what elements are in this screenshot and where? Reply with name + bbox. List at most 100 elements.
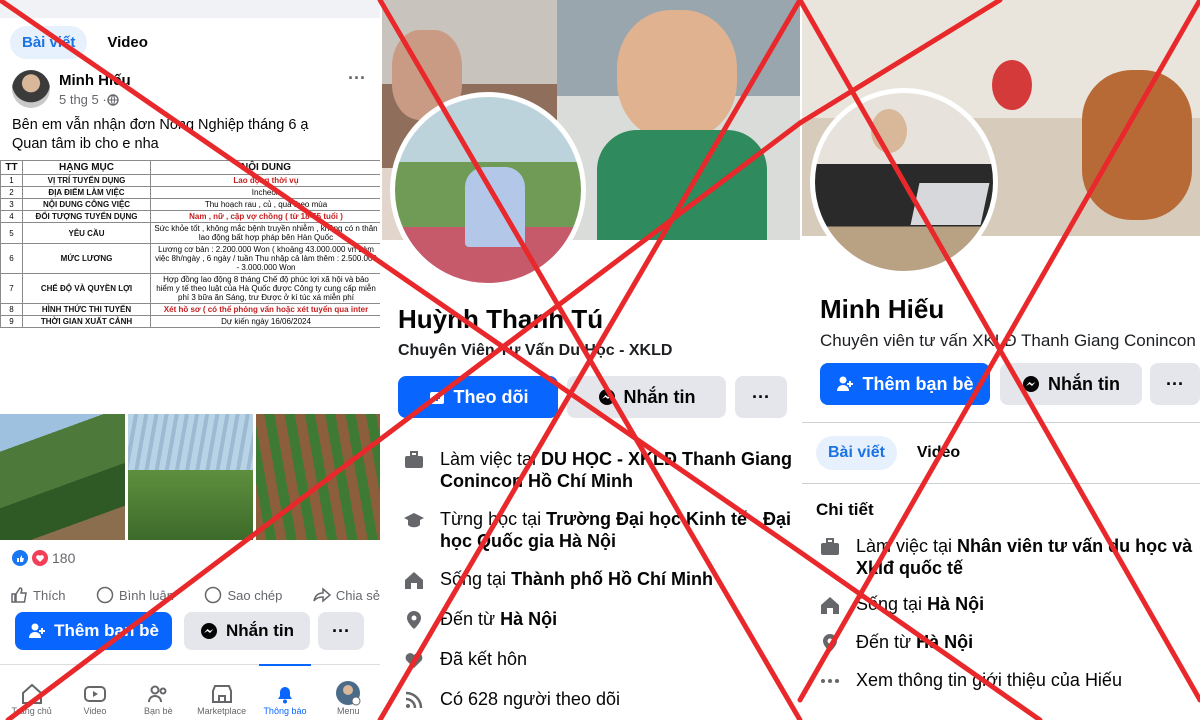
detail-row[interactable]: Có 628 người theo dõi xyxy=(402,688,794,712)
copy-button[interactable]: Sao chép xyxy=(204,586,282,604)
comment-button[interactable]: Bình luận xyxy=(96,586,174,604)
profile-panel-2: Huỳnh Thanh Tú Chuyên Viên Tư Vấn Du Học… xyxy=(380,0,800,720)
follow-icon xyxy=(428,388,446,406)
table-cell: Lao động thời vụ xyxy=(150,174,380,187)
comment-icon xyxy=(96,586,114,604)
nav-notifications-label: Thông báo xyxy=(263,706,307,716)
detail-value: Hà Nội xyxy=(927,594,985,614)
nav-marketplace[interactable]: Marketplace xyxy=(192,665,252,720)
table-row: 2 ĐỊA ĐIỂM LÀM VIỆC Incheon xyxy=(0,186,380,199)
table-cell: 3 xyxy=(0,198,23,211)
profile-subtitle: Chuyên viên tư vấn XKLĐ Thanh Giang Coni… xyxy=(820,331,1196,350)
more-options-button[interactable]: ··· xyxy=(318,612,364,650)
table-header-row: TT HẠNG MỤC NỘI DUNG xyxy=(0,160,380,175)
detail-value: Thành phố Hồ Chí Minh xyxy=(511,569,714,589)
message-button[interactable]: Nhắn tin xyxy=(184,612,310,650)
add-friend-button[interactable]: Thêm bạn bè xyxy=(820,363,990,405)
profile-picture[interactable] xyxy=(390,92,586,288)
more-options-button[interactable]: ··· xyxy=(1150,363,1200,405)
farm-photo-2[interactable] xyxy=(128,414,253,540)
avatar[interactable] xyxy=(12,70,50,108)
message-button[interactable]: Nhắn tin xyxy=(1000,363,1142,405)
detail-text: Đến từ Hà Nội xyxy=(856,631,973,653)
copy-label: Sao chép xyxy=(227,587,283,603)
detail-value: Hà Nội xyxy=(500,609,558,629)
message-button[interactable]: Nhắn tin xyxy=(567,376,726,418)
nav-notifications[interactable]: Thông báo xyxy=(255,664,315,720)
video-icon xyxy=(83,682,107,706)
detail-row[interactable]: Đã kết hôn xyxy=(402,648,794,672)
table-header-cell: NỘI DUNG xyxy=(150,160,380,175)
detail-text: Làm việc tại DU HỌC - XKLĐ Thanh Giang C… xyxy=(440,448,794,492)
detail-prefix: Đã kết hôn xyxy=(440,649,528,669)
table-cell: Nam , nữ , cặp vợ chồng ( từ 18-55 tuổi … xyxy=(150,210,380,223)
share-button[interactable]: Chia sẻ xyxy=(313,586,380,604)
table-cell: 8 xyxy=(0,303,23,316)
cover-photo-right[interactable] xyxy=(557,0,800,240)
farm-photo-1[interactable] xyxy=(0,414,125,540)
table-row: 7 CHẾ ĐỘ VÀ QUYỀN LỢI Hợp đồng lao động 8 … xyxy=(0,273,380,304)
nav-home[interactable]: Trang chủ xyxy=(2,665,62,720)
tab-posts[interactable]: Bài viết xyxy=(816,436,897,470)
recruitment-table-image[interactable]: TT HẠNG MỤC NỘI DUNG 1 VỊ TRÍ TUYỂN DỤNG Lao… xyxy=(0,160,380,408)
profile-subtitle: Chuyên Viên Tư Vấn Du Học - XKLD xyxy=(398,342,673,359)
table-row: 1 VỊ TRÍ TUYỂN DỤNG Lao động thời vụ xyxy=(0,174,380,187)
nav-marketplace-label: Marketplace xyxy=(197,706,247,716)
table-cell: NỘI DUNG CÔNG VIỆC xyxy=(22,198,151,211)
home-icon xyxy=(818,593,842,617)
farm-photo-3[interactable] xyxy=(256,414,380,540)
greenhouse-plants xyxy=(128,470,253,540)
table-cell: ĐỊA ĐIỂM LÀM VIỆC xyxy=(22,186,151,199)
message-label: Nhắn tin xyxy=(1048,373,1120,394)
nav-menu-label: Menu xyxy=(337,706,360,716)
briefcase-icon xyxy=(818,535,842,559)
home-icon xyxy=(402,568,426,592)
profile-picture[interactable] xyxy=(810,88,998,276)
recruitment-table: TT HẠNG MỤC NỘI DUNG 1 VỊ TRÍ TUYỂN DỤNG Lao… xyxy=(0,160,380,328)
like-button[interactable]: Thích xyxy=(10,586,66,604)
table-header-cell: TT xyxy=(0,160,23,175)
love-reaction-icon xyxy=(32,550,48,566)
tab-video[interactable]: Video xyxy=(95,26,160,59)
add-friend-button[interactable]: Thêm bạn bè xyxy=(15,612,172,650)
status-strip xyxy=(0,0,380,18)
add-friend-icon xyxy=(836,375,854,393)
reactions-row[interactable]: 180 xyxy=(12,550,75,566)
nav-video-label: Video xyxy=(83,706,107,716)
detail-row[interactable]: Từng học tại Trường Đại học Kinh tế - Đạ… xyxy=(402,508,794,552)
add-friend-label: Thêm bạn bè xyxy=(862,373,974,394)
table-cell: VỊ TRÍ TUYỂN DỤNG xyxy=(22,174,151,187)
nav-video[interactable]: Video xyxy=(65,665,125,720)
like-label: Thích xyxy=(33,587,66,603)
detail-prefix: Đến từ xyxy=(856,632,917,652)
detail-row[interactable]: Sống tại Thành phố Hồ Chí Minh xyxy=(402,568,794,592)
tab-video[interactable]: Video xyxy=(905,436,972,470)
more-options-button[interactable]: ··· xyxy=(735,376,787,418)
follow-button[interactable]: Theo dõi xyxy=(398,376,558,418)
heart-icon xyxy=(402,648,426,672)
like-reaction-icon xyxy=(12,550,28,566)
detail-row[interactable]: Xem thông tin giới thiệu của Hiếu xyxy=(818,669,1198,693)
copy-icon xyxy=(204,586,222,604)
detail-row[interactable]: Đến từ Hà Nội xyxy=(402,608,794,632)
post-author[interactable]: Minh Hiếu xyxy=(59,72,131,89)
post-more-button[interactable]: ··· xyxy=(348,68,366,89)
profile-name: Minh Hiếu xyxy=(820,294,945,324)
detail-row[interactable]: Làm việc tại Nhân viên tư vấn du học và … xyxy=(818,535,1198,579)
nav-menu[interactable]: Menu xyxy=(318,665,378,720)
detail-row[interactable]: Sống tại Hà Nội xyxy=(818,593,1198,617)
detail-row[interactable]: Đến từ Hà Nội xyxy=(818,631,1198,655)
profile-name: Huỳnh Thanh Tú xyxy=(398,304,604,334)
tab-posts[interactable]: Bài viết xyxy=(10,26,88,59)
table-cell: 5 xyxy=(0,222,23,244)
post-line-1: Bên em vẫn nhận đơn Nông Nghiệp tháng 6 … xyxy=(12,117,309,133)
detail-row[interactable]: Làm việc tại DU HỌC - XKLĐ Thanh Giang C… xyxy=(402,448,794,492)
messenger-icon xyxy=(598,388,616,406)
cover-teddy-bear xyxy=(1082,70,1192,220)
person-face xyxy=(871,109,907,153)
table-cell: 9 xyxy=(0,315,23,328)
laptop xyxy=(910,183,990,225)
profile-panel-3: Minh Hiếu Chuyên viên tư vấn XKLĐ Thanh … xyxy=(800,0,1200,720)
nav-friends[interactable]: Bạn bè xyxy=(128,665,188,720)
ellipsis-icon xyxy=(818,669,842,693)
